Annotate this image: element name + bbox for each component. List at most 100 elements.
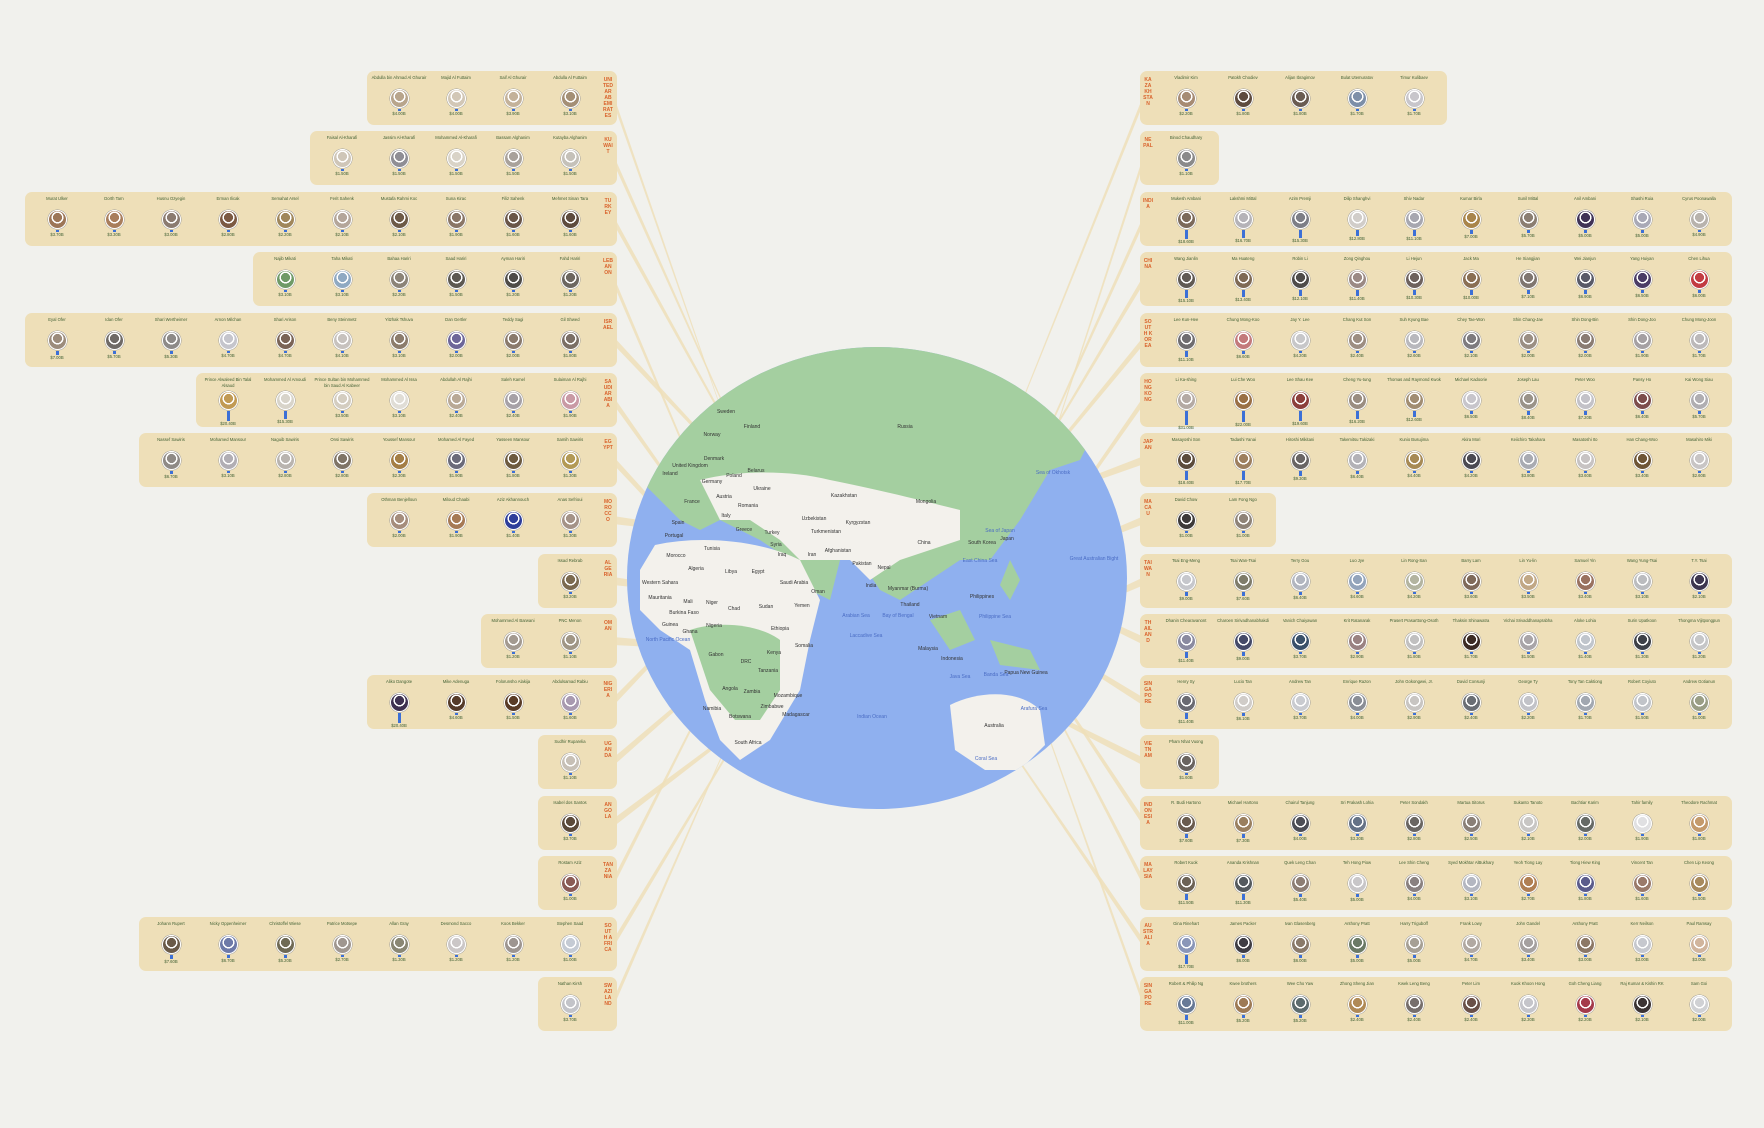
billionaire-card[interactable]: Suna Kirac $1.90B	[428, 196, 484, 238]
billionaire-card[interactable]: Vanich Chaiyawan $3.70B	[1272, 618, 1328, 660]
billionaire-card[interactable]: Teddy Sagi $2.00B	[485, 317, 541, 359]
billionaire-card[interactable]: Dhanin Chearavanont $11.40B	[1158, 618, 1214, 664]
billionaire-card[interactable]: Mehmet Sinan Tara $1.60B	[542, 196, 598, 238]
billionaire-card[interactable]: Peter Sondakh $2.80B	[1386, 800, 1442, 842]
billionaire-card[interactable]: Yeoh Tiong Lay $2.70B	[1500, 860, 1556, 902]
billionaire-card[interactable]: Harry Triguboff $5.00B	[1386, 921, 1442, 964]
billionaire-card[interactable]: Cyrus Poonawalla $4.90B	[1671, 196, 1727, 238]
billionaire-card[interactable]: Faisal Al-Kharafi $1.50B	[314, 135, 370, 177]
billionaire-card[interactable]: Idan Ofer $5.70B	[86, 317, 142, 360]
billionaire-card[interactable]: Abdulsamad Rabiu $1.60B	[542, 679, 598, 721]
billionaire-card[interactable]: Zong Qinghou $11.40B	[1329, 256, 1385, 302]
billionaire-card[interactable]: Michael Kadoorie $6.50B	[1443, 377, 1499, 420]
billionaire-card[interactable]: Desmond Sacco $1.20B	[428, 921, 484, 963]
billionaire-card[interactable]: Masayoshi Son $18.40B	[1158, 437, 1214, 486]
billionaire-card[interactable]: Nassef Sawiris $6.70B	[143, 437, 199, 480]
billionaire-card[interactable]: Tony Tan Caktiong $1.70B	[1557, 679, 1613, 721]
billionaire-card[interactable]: Bassam Alghanim $1.50B	[485, 135, 541, 177]
billionaire-card[interactable]: Fahd Hariri $1.20B	[542, 256, 598, 298]
billionaire-card[interactable]: PNC Menon $1.10B	[542, 618, 598, 660]
billionaire-card[interactable]: Kwee brothers $5.20B	[1215, 981, 1271, 1024]
billionaire-card[interactable]: Taha Mikati $3.10B	[314, 256, 370, 298]
billionaire-card[interactable]: Wei Jianjun $6.90B	[1557, 256, 1613, 300]
billionaire-card[interactable]: Saleh Kamel $2.40B	[485, 377, 541, 419]
billionaire-card[interactable]: Abdulla Al Futtaim $3.10B	[542, 75, 598, 117]
billionaire-card[interactable]: Kumar Birla $7.00B	[1443, 196, 1499, 240]
billionaire-card[interactable]: Ayman Hariri $1.20B	[485, 256, 541, 298]
billionaire-card[interactable]: Semahat Arsel $2.20B	[257, 196, 313, 238]
billionaire-card[interactable]: Masahiro Miki $2.60B	[1671, 437, 1727, 479]
billionaire-card[interactable]: Beny Steinmetz $4.10B	[314, 317, 370, 359]
billionaire-card[interactable]: Shiv Nadar $11.10B	[1386, 196, 1442, 242]
billionaire-card[interactable]: Samuel Yin $3.40B	[1557, 558, 1613, 600]
billionaire-card[interactable]: Teh Hong Piow $5.00B	[1329, 860, 1385, 903]
billionaire-card[interactable]: Hiroshi Mikitani $9.30B	[1272, 437, 1328, 482]
billionaire-card[interactable]: Paul Ramsay $3.00B	[1671, 921, 1727, 963]
billionaire-card[interactable]: Jassim Al-Kharafi $1.50B	[371, 135, 427, 177]
billionaire-card[interactable]: Lee Kun-Hee $11.10B	[1158, 317, 1214, 363]
billionaire-card[interactable]: Prince Alwaleed Bin Talal Alsaud $20.40B	[200, 377, 256, 427]
billionaire-card[interactable]: Isabel dos Santos $3.70B	[542, 800, 598, 842]
billionaire-card[interactable]: John Gandel $3.40B	[1500, 921, 1556, 963]
billionaire-card[interactable]: Syed Mokhtar AlBukhary $3.10B	[1443, 860, 1499, 902]
billionaire-card[interactable]: Yitzhak Tshuva $3.10B	[371, 317, 427, 359]
billionaire-card[interactable]: Masatoshi Ito $3.60B	[1557, 437, 1613, 479]
billionaire-card[interactable]: Kutayba Alghanim $1.50B	[542, 135, 598, 177]
billionaire-card[interactable]: Tsai Eng-Meng $9.00B	[1158, 558, 1214, 602]
billionaire-card[interactable]: Othman Benjelloun $2.00B	[371, 497, 427, 539]
billionaire-card[interactable]: Ananda Krishnan $11.30B	[1215, 860, 1271, 906]
billionaire-card[interactable]: Jay Y. Lee $4.20B	[1272, 317, 1328, 359]
billionaire-card[interactable]: Ivan Glasenberg $6.00B	[1272, 921, 1328, 964]
billionaire-card[interactable]: Takemitsu Takizaki $6.40B	[1329, 437, 1385, 480]
billionaire-card[interactable]: Bahaa Hariri $2.20B	[371, 256, 427, 298]
billionaire-card[interactable]: Husnu Ozyegin $3.00B	[143, 196, 199, 238]
billionaire-card[interactable]: John Gokongwei, Jr. $2.90B	[1386, 679, 1442, 721]
billionaire-card[interactable]: Johann Rupert $7.60B	[143, 921, 199, 965]
billionaire-card[interactable]: Wang Jianlin $15.10B	[1158, 256, 1214, 304]
billionaire-card[interactable]: Theodore Rachmat $1.80B	[1671, 800, 1727, 842]
billionaire-card[interactable]: Chung Mong-Joon $1.70B	[1671, 317, 1727, 359]
billionaire-card[interactable]: Thomas and Raymond Kwok $12.60B	[1386, 377, 1442, 423]
billionaire-card[interactable]: Peter Woo $7.20B	[1557, 377, 1613, 421]
billionaire-card[interactable]: Sudhir Ruparelia $1.10B	[542, 739, 598, 781]
billionaire-card[interactable]: Anthony Pratt $5.00B	[1329, 921, 1385, 964]
billionaire-card[interactable]: Mustafa Rahmi Koc $2.10B	[371, 196, 427, 238]
billionaire-card[interactable]: Peter Lim $2.40B	[1443, 981, 1499, 1023]
billionaire-card[interactable]: Murat Ulker $3.70B	[29, 196, 85, 238]
billionaire-card[interactable]: Tsai Wan-Tsai $7.60B	[1215, 558, 1271, 602]
billionaire-card[interactable]: Chang Kut Son $2.40B	[1329, 317, 1385, 359]
billionaire-card[interactable]: Saad Hariri $1.50B	[428, 256, 484, 298]
billionaire-card[interactable]: Lin Yu-lin $3.50B	[1500, 558, 1556, 600]
billionaire-card[interactable]: Frank Lowy $4.70B	[1443, 921, 1499, 963]
billionaire-card[interactable]: Mohammed Al Issa $3.10B	[371, 377, 427, 419]
billionaire-card[interactable]: Mukesh Ambani $18.60B	[1158, 196, 1214, 245]
billionaire-card[interactable]: Koos Bekker $1.20B	[485, 921, 541, 963]
billionaire-card[interactable]: Youssef Mansour $2.30B	[371, 437, 427, 479]
billionaire-card[interactable]: Onsi Sawiris $2.80B	[314, 437, 370, 479]
billionaire-card[interactable]: Surin Upatkoon $1.30B	[1614, 618, 1670, 660]
billionaire-card[interactable]: Shari Wertheimer $5.30B	[143, 317, 199, 360]
billionaire-card[interactable]: Sulaiman Al Rajhi $1.90B	[542, 377, 598, 419]
billionaire-card[interactable]: Allan Gray $1.30B	[371, 921, 427, 963]
billionaire-card[interactable]: Patokh Chodiev $1.80B	[1215, 75, 1271, 117]
billionaire-card[interactable]: Tiong Hiew King $1.80B	[1557, 860, 1613, 902]
billionaire-card[interactable]: Li Hejun $10.30B	[1386, 256, 1442, 301]
billionaire-card[interactable]: Dorth Tarn $3.30B	[86, 196, 142, 238]
billionaire-card[interactable]: David Chow $1.00B	[1158, 497, 1214, 539]
billionaire-card[interactable]: Sunil Mittal $5.70B	[1500, 196, 1556, 239]
billionaire-card[interactable]: Chen Lip Keong $1.50B	[1671, 860, 1727, 902]
billionaire-card[interactable]: Krit Ratanarak $2.90B	[1329, 618, 1385, 660]
billionaire-card[interactable]: He Xiangjian $7.10B	[1500, 256, 1556, 300]
billionaire-card[interactable]: Timur Kulibaev $1.70B	[1386, 75, 1442, 117]
billionaire-card[interactable]: Nicky Oppenheimer $6.70B	[200, 921, 256, 964]
billionaire-card[interactable]: Gil Shwed $1.80B	[542, 317, 598, 359]
billionaire-card[interactable]: Vladimir Kim $2.20B	[1158, 75, 1214, 117]
billionaire-card[interactable]: Majid Al Futtaim $4.00B	[428, 75, 484, 117]
billionaire-card[interactable]: Stephen Saad $1.00B	[542, 921, 598, 963]
billionaire-card[interactable]: Barry Lam $3.60B	[1443, 558, 1499, 600]
billionaire-card[interactable]: Chung Mong-Koo $6.60B	[1215, 317, 1271, 360]
billionaire-card[interactable]: Robin Li $12.10B	[1272, 256, 1328, 302]
billionaire-card[interactable]: Anas Sefrioui $1.30B	[542, 497, 598, 539]
billionaire-card[interactable]: Binod Chaudhary $1.10B	[1158, 135, 1214, 177]
billionaire-card[interactable]: Erman Ilicak $2.80B	[200, 196, 256, 238]
